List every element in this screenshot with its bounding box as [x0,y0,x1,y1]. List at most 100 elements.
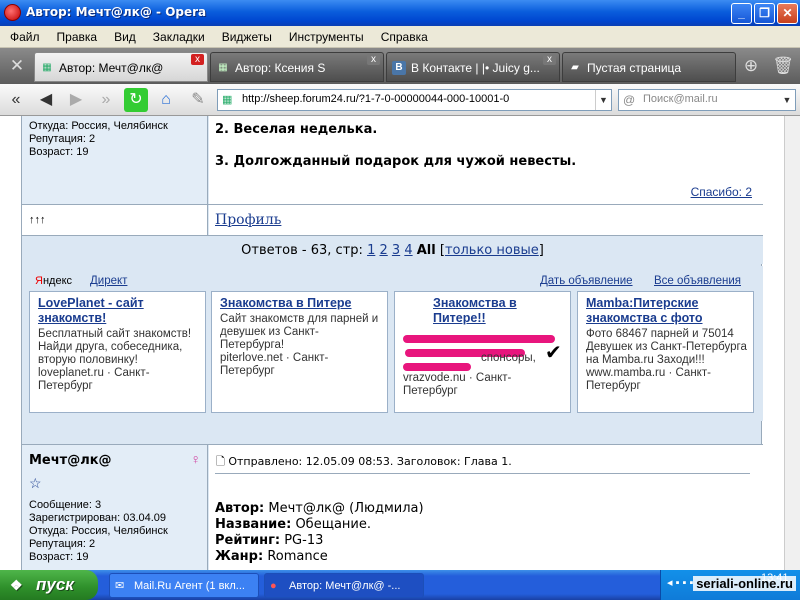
opera-logo-icon: ● [270,580,277,592]
taskbar-item[interactable]: ✉ Mail.Ru Агент (1 вкл... [109,573,259,598]
profile-age: Возраст: 19 [29,551,89,563]
new-only-link[interactable]: только новые [445,243,539,258]
scroll-top-arrows[interactable]: ↑↑↑ [22,205,208,235]
tab[interactable]: ▰ Пустая страница [562,52,736,82]
post-profile: Мечт@лк@ ♀ ☆ Сообщение: 3 Зарегистрирова… [22,445,208,570]
ad-title[interactable]: Mamba:Питерские знакомства с фото [586,296,747,326]
chevron-down-icon[interactable]: ▼ [595,90,611,110]
tray-icons[interactable]: ◂ ▪ ▪ ▪ [667,576,693,589]
window-titlebar[interactable]: Автор: Мечт@лк@ - Opera _ ❐ ✕ [0,0,800,26]
chevron-down-icon[interactable]: ▼ [779,90,795,110]
tab-label: Пустая страница [587,61,682,75]
home-icon[interactable]: ⌂ [154,88,178,112]
tab-label: В Контакте | |• Juicy g... [411,61,540,75]
windows-logo-icon: ❖ [10,577,23,593]
page-content[interactable]: Откуда: Россия, Челябинск Репутация: 2 В… [0,116,800,570]
censor-scribble [403,335,555,343]
ad-body: Сайт знакомств для парней и девушек из С… [220,313,379,351]
blank-page-icon: ▰ [571,62,579,73]
post-message: 🗋 Отправлено: 12.05.09 08:53. Заголовок:… [209,445,762,570]
reload-icon[interactable]: ↻ [124,88,148,112]
ad-title[interactable]: Знакомства в Питере [220,296,381,311]
post-list-item: 3. Долгожданный подарок для чужой невест… [215,154,577,169]
rewind-icon[interactable]: « [4,88,28,112]
maximize-button[interactable]: ❐ [754,3,775,24]
address-bar[interactable]: ▦ http://sheep.forum24.ru/?1-7-0-0000004… [217,89,612,111]
url-text: http://sheep.forum24.ru/?1-7-0-00000044-… [242,93,510,105]
menu-bookmarks[interactable]: Закладки [143,26,212,44]
window-title: Автор: Мечт@лк@ - Opera [26,5,207,19]
vertical-scrollbar[interactable] [784,116,800,570]
page-link[interactable]: 4 [404,243,412,258]
menu-bar: Файл Правка Вид Закладки Виджеты Инструменты С… [0,26,800,48]
profile-age: Возраст: 19 [29,146,89,158]
tab-close-icon[interactable]: x [367,54,380,65]
post-footer: Профиль [209,205,762,235]
opera-logo-icon [4,4,21,21]
tab-close-icon[interactable]: x [543,54,556,65]
censor-scribble [403,363,471,371]
tab-bar: ✕ ▦ Автор: Мечт@лк@ x ▦ Автор: Ксения S … [0,48,800,84]
forum-favicon-icon: ▦ [222,94,233,106]
menu-edit[interactable]: Правка [47,26,105,44]
forum-favicon-icon: ▦ [42,62,52,73]
ad-url: loveplanet.ru · Санкт-Петербург [38,367,150,392]
tab[interactable]: B В Контакте | |• Juicy g... x [386,52,560,82]
profile-reputation: Репутация: 2 [29,538,96,550]
ad-url: www.mamba.ru · Санкт-Петербург [586,367,711,392]
tab[interactable]: ▦ Автор: Ксения S x [210,52,384,82]
menu-help[interactable]: Справка [371,26,435,44]
trash-icon[interactable]: 🗑 [768,52,798,80]
divider [215,473,750,474]
rank-star-icon: ☆ [29,475,42,491]
watermark: seriali-online.ru [693,576,796,591]
tab-active[interactable]: ▦ Автор: Мечт@лк@ x [34,52,208,82]
profile-link[interactable]: Профиль [215,212,281,228]
close-button[interactable]: ✕ [777,3,798,24]
start-button[interactable]: ❖ пуск [0,570,98,600]
post-list-item: 2. Веселая неделька. [215,122,378,137]
direct-link[interactable]: Директ [90,275,127,287]
ad-body: Бесплатный сайт знакомств! Найди друга, … [38,328,192,366]
page-link[interactable]: 1 [367,243,375,258]
ad-card[interactable]: Знакомства в Питере!! спонсоры, ✔ vrazvo… [394,291,571,413]
menu-view[interactable]: Вид [104,26,143,44]
ad-card[interactable]: LovePlanet - сайт знакомств! Бесплатный … [29,291,206,413]
author-name[interactable]: Мечт@лк@ [29,453,207,469]
forum-table: Откуда: Россия, Челябинск Репутация: 2 В… [21,116,763,570]
menu-widgets[interactable]: Виджеты [212,26,279,44]
search-input[interactable]: @ Поиск@mail.ru ▼ [618,89,796,111]
tab-label: Автор: Мечт@лк@ [59,61,164,75]
ad-title[interactable]: LovePlanet - сайт знакомств! [38,296,199,326]
thanks-link[interactable]: Спасибо: 2 [691,185,752,199]
tools-icon[interactable]: ✕ [2,52,32,80]
ad-card[interactable]: Mamba:Питерские знакомства с фото Фото 6… [577,291,754,413]
profile-messages: Сообщение: 3 [29,499,102,511]
page-link[interactable]: 3 [392,243,400,258]
fast-forward-icon[interactable]: » [94,88,118,112]
system-tray: ◂ ▪ ▪ ▪ 13:41 seriali-online.ru [660,570,800,600]
ad-title[interactable]: Знакомства в Питере!! [403,296,564,326]
yandex-logo[interactable]: Яндекс [35,275,72,287]
taskbar-item-active[interactable]: ● Автор: Мечт@лк@ -... [264,573,424,598]
new-tab-icon[interactable]: ⊕ [736,52,766,80]
tab-label: Автор: Ксения S [235,61,326,75]
page-current: All [416,243,436,258]
post-header: 🗋 Отправлено: 12.05.09 08:53. Заголовок:… [216,455,512,468]
forward-icon[interactable]: ▶ [64,88,88,112]
minimize-button[interactable]: _ [731,3,752,24]
tab-close-icon[interactable]: x [191,54,204,65]
menu-tools[interactable]: Инструменты [279,26,371,44]
menu-file[interactable]: Файл [0,26,47,44]
vk-favicon-icon: B [392,61,406,75]
profile-location: Откуда: Россия, Челябинск [29,120,168,132]
all-ads-link[interactable]: Все объявления [654,275,741,287]
search-engine-icon: @ [623,93,636,107]
ad-url: piterlove.net · Санкт-Петербург [220,352,329,377]
ad-body: Фото 68467 парней и 75014 Девушек из Сан… [586,328,747,366]
page-link[interactable]: 2 [379,243,387,258]
edit-icon[interactable]: ✎ [186,88,210,112]
back-icon[interactable]: ◀ [34,88,58,112]
ad-card[interactable]: Знакомства в Питере Сайт знакомств для п… [211,291,388,413]
post-ad-link[interactable]: Дать объявление [540,275,633,287]
